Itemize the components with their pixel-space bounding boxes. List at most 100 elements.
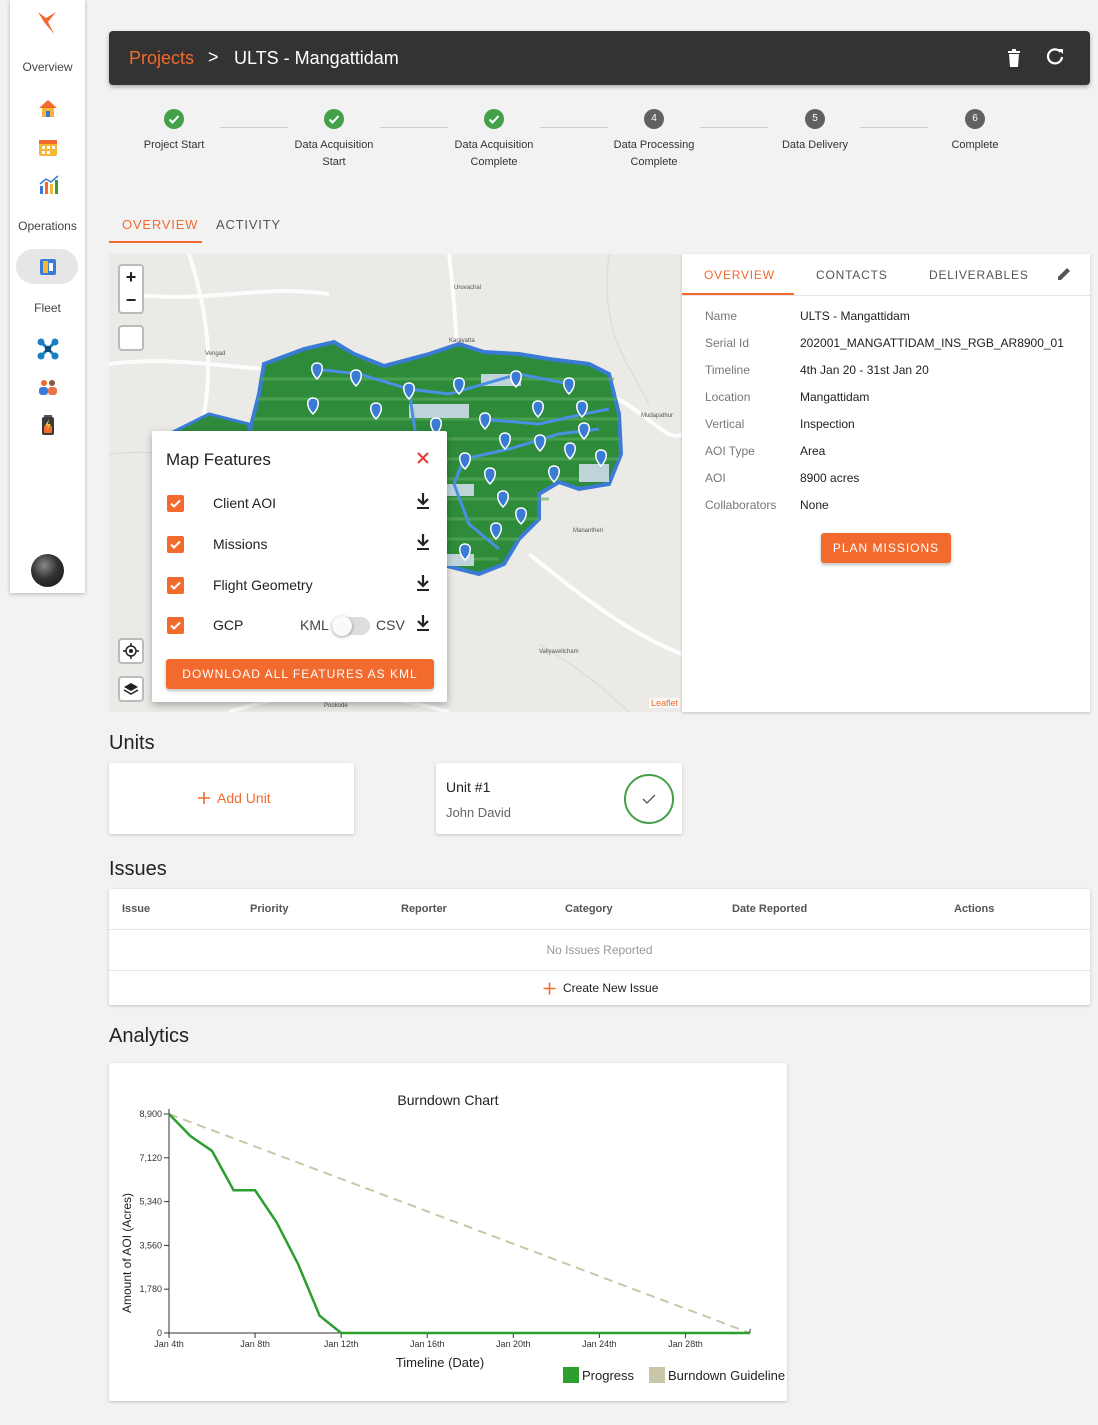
field-key: Location xyxy=(705,390,751,404)
x-tick-label: Jan 24th xyxy=(582,1339,617,1349)
plan-missions-button[interactable]: PLAN MISSIONS xyxy=(821,533,951,563)
zoom-control: + − xyxy=(118,264,144,314)
sidebar-section-operations[interactable]: Operations xyxy=(10,219,85,233)
download-icon[interactable] xyxy=(416,533,430,556)
create-issue-button[interactable]: Create New Issue xyxy=(543,981,658,995)
locate-icon[interactable] xyxy=(118,638,144,664)
sidebar-section-fleet[interactable]: Fleet xyxy=(10,301,85,315)
step-connector xyxy=(860,127,928,128)
column-header[interactable]: Reporter xyxy=(401,903,447,915)
map-features-panel: Map Features Client AOI Missions Flight … xyxy=(152,431,447,702)
column-header[interactable]: Date Reported xyxy=(732,903,807,915)
sidebar-section-overview[interactable]: Overview xyxy=(10,60,85,74)
logo-icon[interactable] xyxy=(36,12,58,34)
step-label: Complete xyxy=(951,139,999,151)
checkbox-client-aoi[interactable] xyxy=(167,495,184,512)
x-tick-label: Jan 16th xyxy=(410,1339,445,1349)
field-value: Area xyxy=(800,444,826,458)
analytics-icon[interactable] xyxy=(37,174,59,196)
checkbox-missions[interactable] xyxy=(167,536,184,553)
download-all-button[interactable]: DOWNLOAD ALL FEATURES AS KML xyxy=(166,659,434,689)
step-number-badge: 5 xyxy=(805,109,825,129)
x-tick-label: Jan 12th xyxy=(324,1339,359,1349)
feature-label: Flight Geometry xyxy=(213,577,313,593)
tab-deliverables[interactable]: DELIVERABLES xyxy=(929,268,1029,282)
legend-swatch xyxy=(563,1367,579,1383)
checkbox-flight-geometry[interactable] xyxy=(167,577,184,594)
drone-icon[interactable] xyxy=(37,338,59,360)
step-label: Data Acquisition Complete xyxy=(454,139,534,168)
avatar[interactable] xyxy=(31,554,64,587)
delete-icon[interactable] xyxy=(1007,49,1021,72)
field-key: AOI Type xyxy=(705,444,755,458)
toggle-thumb xyxy=(332,616,352,636)
refresh-icon[interactable] xyxy=(1046,48,1064,71)
team-icon[interactable] xyxy=(37,376,59,398)
step-connector xyxy=(700,127,768,128)
step-label: Project Start xyxy=(143,139,205,151)
feature-label: Missions xyxy=(213,536,268,552)
divider xyxy=(109,970,1090,971)
y-axis-label: Amount of AOI (Acres) xyxy=(120,1193,134,1313)
series-line-burndown-guideline xyxy=(168,1113,751,1334)
field-key: AOI xyxy=(705,471,726,485)
layers-icon[interactable] xyxy=(118,676,144,702)
plus-icon xyxy=(543,982,556,994)
checkbox-gcp[interactable] xyxy=(167,617,184,634)
field-key: Serial Id xyxy=(705,336,750,350)
x-axis-label: Timeline (Date) xyxy=(396,1355,484,1370)
issues-table: Issue Priority Reporter Category Date Re… xyxy=(109,889,1090,1005)
close-icon[interactable] xyxy=(416,451,430,470)
legend-label: Burndown Guideline xyxy=(668,1368,785,1383)
download-icon[interactable] xyxy=(416,492,430,515)
breadcrumb-separator: > xyxy=(208,47,219,67)
map-place-label: Valiyavelicham xyxy=(539,649,579,655)
add-unit-label: Add Unit xyxy=(217,790,271,806)
battery-icon[interactable] xyxy=(37,414,59,436)
column-header[interactable]: Priority xyxy=(250,903,289,915)
burndown-chart: Burndown Chart 0 1,780 3,560 5,340 7,120 8,90… xyxy=(120,1092,785,1383)
zoom-out-button[interactable]: − xyxy=(126,290,137,311)
y-tick-label: 7,120 xyxy=(139,1153,162,1163)
step-label: Data Processing Complete xyxy=(613,139,695,168)
draw-tool-button[interactable] xyxy=(118,325,144,351)
column-header[interactable]: Category xyxy=(565,903,613,915)
step-connector xyxy=(220,127,288,128)
breadcrumb-projects[interactable]: Projects xyxy=(129,48,194,69)
operations-icon[interactable] xyxy=(37,256,59,278)
map-attribution[interactable]: Leaflet xyxy=(649,698,681,708)
tab-activity[interactable]: ACTIVITY xyxy=(216,217,281,232)
project-info-panel: OVERVIEW CONTACTS DELIVERABLES Name ULTS… xyxy=(682,254,1090,712)
y-tick-label: 0 xyxy=(157,1328,162,1338)
format-toggle[interactable] xyxy=(332,616,370,636)
add-unit-card[interactable]: Add Unit xyxy=(109,763,354,834)
field-key: Timeline xyxy=(705,363,750,377)
step-number-badge: 6 xyxy=(965,109,985,129)
project-header: Projects > ULTS - Mangattidam xyxy=(109,31,1090,85)
zoom-in-button[interactable]: + xyxy=(126,267,137,288)
download-icon[interactable] xyxy=(416,574,430,597)
tab-contacts[interactable]: CONTACTS xyxy=(816,268,888,282)
calendar-icon[interactable] xyxy=(37,136,59,158)
column-header[interactable]: Issue xyxy=(122,903,150,915)
feature-row-gcp: GCP KML CSV xyxy=(152,614,447,638)
home-icon[interactable] xyxy=(37,97,59,119)
tab-info-overview[interactable]: OVERVIEW xyxy=(704,268,775,282)
edit-icon[interactable] xyxy=(1056,266,1072,287)
field-value: Mangattidam xyxy=(800,390,870,404)
map-place-label: Uruvachal xyxy=(454,285,481,291)
create-issue-label: Create New Issue xyxy=(563,981,659,995)
divider xyxy=(682,295,1090,296)
map-place-label: Pookode xyxy=(324,703,348,709)
unit-card[interactable]: Unit #1 John David xyxy=(436,763,682,834)
field-key: Vertical xyxy=(705,417,745,431)
tab-overview[interactable]: OVERVIEW xyxy=(122,217,198,232)
download-icon[interactable] xyxy=(416,614,430,637)
column-header[interactable]: Actions xyxy=(954,903,994,915)
step-complete-icon xyxy=(324,109,344,129)
burndown-chart-card: Burndown Chart 0 1,780 3,560 5,340 7,120 8,90… xyxy=(109,1063,787,1401)
page-title: ULTS - Mangattidam xyxy=(234,48,399,68)
field-key: Name xyxy=(705,309,738,323)
feature-row-client-aoi: Client AOI xyxy=(152,492,447,516)
tab-indicator xyxy=(109,241,202,243)
